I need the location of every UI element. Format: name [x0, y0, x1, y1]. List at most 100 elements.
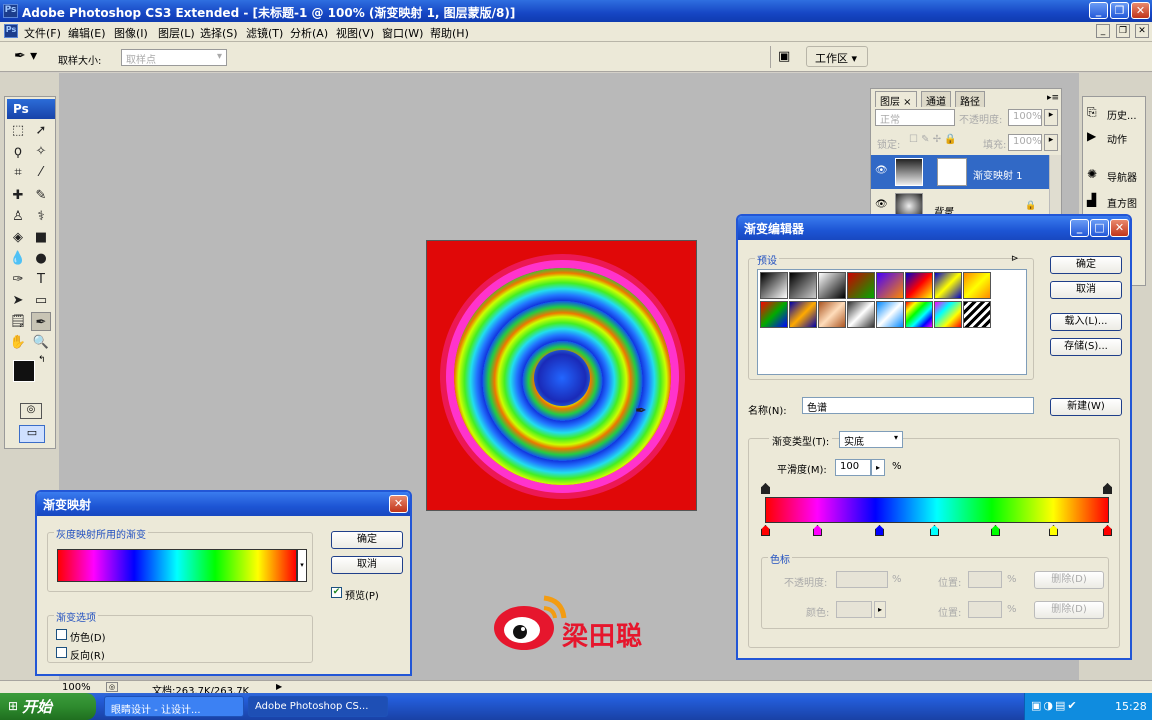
workspace-icon[interactable]: ▣	[778, 49, 790, 64]
preset-swatch[interactable]	[934, 301, 962, 328]
smoothness-input[interactable]: 100	[835, 459, 871, 476]
lasso-tool-icon[interactable]: ϙ	[8, 142, 28, 161]
blur-tool-icon[interactable]: 💧	[8, 249, 28, 268]
tab-channels[interactable]: 通道	[921, 91, 951, 108]
brush-tool-icon[interactable]: ✎	[31, 186, 51, 205]
status-menu-arrow-icon[interactable]: ▶	[276, 682, 282, 691]
preset-swatch[interactable]	[934, 272, 962, 299]
menu-analysis[interactable]: 分析(A)	[290, 25, 328, 41]
new-button[interactable]: 新建(W)	[1050, 398, 1122, 416]
color-stop[interactable]	[761, 525, 770, 536]
restore-button[interactable]: ❐	[1110, 2, 1129, 19]
preset-swatch[interactable]	[905, 301, 933, 328]
panel-navigator[interactable]: 导航器	[1107, 169, 1137, 184]
panel-menu-icon[interactable]: ▸≡	[1047, 93, 1059, 103]
menu-image[interactable]: 图像(I)	[114, 25, 148, 41]
zoom-tool-icon[interactable]: 🔍	[31, 333, 51, 352]
menu-edit[interactable]: 编辑(E)	[68, 25, 106, 41]
preset-swatch[interactable]	[876, 301, 904, 328]
gradient-tool-icon[interactable]: ■	[31, 228, 51, 247]
fill-input[interactable]: 100%	[1008, 134, 1042, 151]
preset-swatch[interactable]	[876, 272, 904, 299]
color-stop[interactable]	[1103, 525, 1112, 536]
slice-tool-icon[interactable]: ⁄	[31, 163, 51, 182]
eyedropper-tool-icon[interactable]: ✒	[31, 312, 51, 331]
reverse-checkbox[interactable]	[56, 647, 67, 658]
notes-tool-icon[interactable]: 🗒	[8, 312, 28, 331]
ok-button[interactable]: 确定	[331, 531, 403, 549]
layer-mask-thumbnail[interactable]	[937, 158, 967, 186]
pen-tool-icon[interactable]: ✑	[8, 270, 28, 289]
swap-colors-icon[interactable]: ↰	[38, 355, 46, 365]
tab-paths[interactable]: 路径	[955, 91, 985, 108]
menu-file[interactable]: 文件(F)	[24, 25, 61, 41]
task-photoshop[interactable]: Adobe Photoshop CS...	[248, 696, 388, 717]
gradient-bar[interactable]	[765, 497, 1109, 523]
visibility-eye-icon[interactable]: 👁	[875, 199, 888, 210]
quick-mask-icon[interactable]: ◎	[20, 403, 42, 419]
path-selection-icon[interactable]: ➤	[8, 291, 28, 310]
tab-layers[interactable]: 图层 ×	[875, 91, 917, 108]
cancel-button[interactable]: 取消	[331, 556, 403, 574]
doc-minimize-button[interactable]: _	[1096, 24, 1110, 38]
menu-view[interactable]: 视图(V)	[336, 25, 374, 41]
menu-window[interactable]: 窗口(W)	[382, 25, 423, 41]
lock-icons[interactable]: ☐ ✎ ✢ 🔒	[909, 134, 957, 145]
eyedropper-icon[interactable]: ✒ ▾	[14, 48, 37, 64]
preset-swatch[interactable]	[847, 301, 875, 328]
panel-histogram[interactable]: 直方图	[1107, 195, 1137, 210]
task-browser[interactable]: 眼睛设计 - 让设计...	[104, 696, 244, 717]
opacity-stop-right[interactable]	[1103, 483, 1112, 494]
status-icon[interactable]: ◎	[106, 682, 118, 692]
close-button[interactable]: ✕	[389, 495, 408, 513]
minimize-button[interactable]: _	[1089, 2, 1108, 19]
dialog-titlebar[interactable]: 渐变映射 ✕	[37, 492, 410, 516]
preset-swatch[interactable]	[760, 301, 788, 328]
layers-scrollbar[interactable]	[1049, 155, 1061, 217]
menu-select[interactable]: 选择(S)	[200, 25, 238, 41]
fill-arrow-icon[interactable]: ▸	[1044, 134, 1058, 151]
smoothness-arrow-icon[interactable]: ▸	[871, 459, 885, 476]
close-button[interactable]: ✕	[1131, 2, 1150, 19]
type-tool-icon[interactable]: T	[31, 270, 51, 289]
gradient-dropdown-arrow[interactable]: ▾	[297, 549, 307, 582]
visibility-eye-icon[interactable]: 👁	[875, 165, 888, 176]
delete-color-stop-button[interactable]: 删除(D)	[1034, 601, 1104, 619]
doc-close-button[interactable]: ✕	[1135, 24, 1149, 38]
dodge-tool-icon[interactable]: ●	[31, 249, 51, 268]
preview-checkbox[interactable]: ✔	[331, 587, 342, 598]
presets-menu-icon[interactable]: ⊳	[1011, 254, 1019, 264]
minimize-button[interactable]: _	[1070, 219, 1089, 237]
marquee-tool-icon[interactable]: ⬚	[8, 121, 28, 140]
screen-mode-icon[interactable]: ▭	[19, 425, 45, 443]
preset-swatch[interactable]	[818, 272, 846, 299]
preset-swatch[interactable]	[963, 301, 991, 328]
menu-help[interactable]: 帮助(H)	[430, 25, 469, 41]
preset-swatch[interactable]	[818, 301, 846, 328]
eraser-tool-icon[interactable]: ◈	[8, 228, 28, 247]
document-canvas[interactable]: ✒	[426, 240, 697, 511]
layer-row[interactable]: 👁 渐变映射 1	[871, 155, 1049, 189]
name-input[interactable]: 色谱	[802, 397, 1034, 414]
gradient-type-select[interactable]: 实底 ▾	[839, 431, 903, 448]
move-tool-icon[interactable]: ➚	[31, 121, 51, 140]
document-icon[interactable]: Ps	[4, 24, 18, 38]
panel-history[interactable]: 历史...	[1107, 107, 1137, 122]
healing-brush-icon[interactable]: ✚	[8, 186, 28, 205]
sample-size-select[interactable]: 取样点 ▾	[121, 49, 227, 66]
dither-checkbox[interactable]	[56, 629, 67, 640]
doc-restore-button[interactable]: ❐	[1116, 24, 1130, 38]
opacity-stop-left[interactable]	[761, 483, 770, 494]
preset-swatch[interactable]	[760, 272, 788, 299]
crop-tool-icon[interactable]: ⌗	[8, 163, 28, 182]
preset-swatch[interactable]	[789, 301, 817, 328]
preset-swatch[interactable]	[789, 272, 817, 299]
color-stop[interactable]	[875, 525, 884, 536]
color-stop[interactable]	[813, 525, 822, 536]
ok-button[interactable]: 确定	[1050, 256, 1122, 274]
close-button[interactable]: ✕	[1110, 219, 1129, 237]
load-button[interactable]: 载入(L)...	[1050, 313, 1122, 331]
foreground-color-swatch[interactable]	[13, 360, 35, 382]
opacity-input[interactable]: 100%	[1008, 109, 1042, 126]
panel-actions[interactable]: 动作	[1107, 131, 1127, 146]
